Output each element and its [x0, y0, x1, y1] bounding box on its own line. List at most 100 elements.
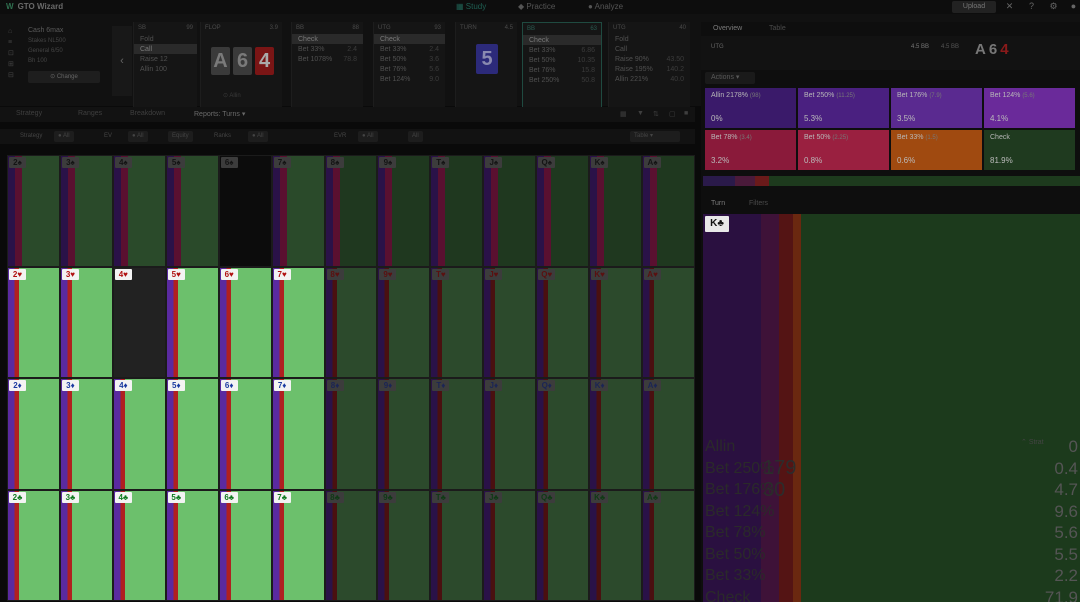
turn-card-cell[interactable]: 5♣ — [165, 489, 219, 601]
action-tile[interactable]: Bet 250% (11.25) 5.3% — [798, 88, 889, 128]
tab-turn[interactable]: Turn — [711, 200, 725, 207]
action-option[interactable]: Check — [292, 34, 363, 44]
action-option[interactable]: Call — [134, 44, 197, 54]
tab-table[interactable]: Table — [769, 25, 786, 32]
tab-breakdown[interactable]: Breakdown — [130, 110, 165, 117]
action-option[interactable]: Bet 250% 50.8 — [523, 75, 601, 85]
strategy-filter-all[interactable]: ● All — [54, 131, 74, 142]
turn-card-cell[interactable]: 5♥ — [165, 266, 219, 378]
turn-card-cell[interactable]: 3♥ — [59, 266, 113, 378]
turn-card-cell[interactable]: 3♦ — [59, 378, 113, 490]
tab-strategy[interactable]: Strategy — [16, 110, 42, 117]
turn-card-cell[interactable]: 9♦ — [377, 378, 431, 490]
expand-icon[interactable]: ▢ — [669, 110, 676, 118]
action-option[interactable]: Bet 76% 15.8 — [523, 65, 601, 75]
turn-card-cell[interactable]: 9♠ — [377, 155, 431, 267]
filter-icon[interactable]: ▼ — [637, 110, 644, 117]
action-option[interactable]: Check — [374, 34, 445, 44]
turn-card-cell[interactable]: 8♠ — [324, 155, 378, 267]
turn-card-cell[interactable]: A♣ — [642, 489, 695, 601]
action-option[interactable]: Allin 100 — [134, 64, 197, 74]
turn-card-cell[interactable]: Q♠ — [536, 155, 590, 267]
ranks-filter-all[interactable]: ● All — [248, 131, 268, 142]
nav-analyze[interactable]: ● Analyze — [588, 2, 623, 11]
turn-card-cell[interactable]: 4♠ — [112, 155, 166, 267]
turn-card-cell[interactable]: 6♠ — [218, 155, 272, 267]
turn-card-cell[interactable]: 5♦ — [165, 378, 219, 490]
action-option[interactable]: Bet 1078% 78.8 — [292, 54, 363, 64]
action-option[interactable]: Bet 50% 10.35 — [523, 55, 601, 65]
nav-study[interactable]: ▦ Study — [456, 2, 486, 11]
action-tile[interactable]: Bet 176% (7.9) 3.5% — [891, 88, 982, 128]
turn-card-cell[interactable]: 9♣ — [377, 489, 431, 601]
turn-card-cell[interactable]: 2♠ — [7, 155, 60, 267]
action-option[interactable]: Bet 33% 2.4 — [374, 44, 445, 54]
table-select[interactable]: Table ▾ — [630, 131, 680, 142]
turn-card-cell[interactable]: K♣ — [589, 489, 643, 601]
home-icon[interactable]: ⌂ — [8, 26, 18, 37]
action-tile[interactable]: Bet 78% (3.4) 3.2% — [705, 130, 796, 170]
grid-view-icon[interactable]: ▦ — [620, 110, 627, 118]
action-option[interactable]: Bet 76% 5.6 — [374, 64, 445, 74]
fullscreen-icon[interactable]: ■ — [684, 110, 688, 117]
turn-card-cell[interactable]: 2♥ — [7, 266, 60, 378]
tab-ranges[interactable]: Ranges — [78, 110, 102, 117]
turn-card-cell[interactable]: Q♥ — [536, 266, 590, 378]
turn-card-cell[interactable]: 7♥ — [271, 266, 325, 378]
turn-card-cell[interactable]: A♦ — [642, 378, 695, 490]
tools-icon[interactable]: ✕ — [1004, 1, 1015, 12]
action-option[interactable]: Call — [609, 44, 690, 54]
turn-card-cell[interactable]: 4♥ — [112, 266, 166, 378]
turn-card-cell[interactable]: 7♦ — [271, 378, 325, 490]
action-option[interactable]: Raise 195% 140.2 — [609, 64, 690, 74]
prev-street-button[interactable]: ‹ — [112, 26, 132, 96]
actions-dropdown[interactable]: Actions ▾ — [705, 72, 755, 84]
ev-filter-all[interactable]: ● All — [128, 131, 148, 142]
action-option[interactable]: Fold — [609, 34, 690, 44]
turn-card-cell[interactable]: Q♣ — [536, 489, 590, 601]
turn-card-cell[interactable]: T♣ — [430, 489, 484, 601]
turn-card-cell[interactable]: 2♣ — [7, 489, 60, 601]
equity-filter[interactable]: Equity — [168, 131, 193, 142]
turn-card-cell[interactable]: Q♦ — [536, 378, 590, 490]
turn-card-cell[interactable]: 4♦ — [112, 378, 166, 490]
sort-icon[interactable]: ⇅ — [653, 110, 659, 118]
action-option[interactable]: Bet 33% 2.4 — [292, 44, 363, 54]
turn-card-cell[interactable]: A♠ — [642, 155, 695, 267]
turn-card-cell[interactable]: K♦ — [589, 378, 643, 490]
action-option[interactable]: Allin 221% 40.0 — [609, 74, 690, 84]
action-option[interactable]: Check — [523, 35, 601, 45]
turn-card-cell[interactable]: 8♣ — [324, 489, 378, 601]
settings-icon[interactable]: ⚙ — [1048, 1, 1059, 12]
turn-card-cell[interactable]: 3♠ — [59, 155, 113, 267]
turn-card-cell[interactable]: 6♣ — [218, 489, 272, 601]
turn-card-cell[interactable]: K♥ — [589, 266, 643, 378]
action-option[interactable]: Bet 50% 3.6 — [374, 54, 445, 64]
turn-card-cell[interactable]: 4♣ — [112, 489, 166, 601]
turn-card-cell[interactable]: J♠ — [483, 155, 537, 267]
action-option[interactable]: Raise 12 — [134, 54, 197, 64]
trash-icon[interactable]: ⊟ — [8, 70, 18, 81]
turn-card-cell[interactable]: 9♥ — [377, 266, 431, 378]
turn-card-cell[interactable]: 5♠ — [165, 155, 219, 267]
chart-icon[interactable]: ⊞ — [8, 59, 18, 70]
action-tile[interactable]: Check 81.9% — [984, 130, 1075, 170]
turn-card-cell[interactable]: 6♥ — [218, 266, 272, 378]
action-option[interactable]: Fold — [134, 34, 197, 44]
turn-card-cell[interactable]: A♥ — [642, 266, 695, 378]
turn-card-cell[interactable]: K♠ — [589, 155, 643, 267]
change-button[interactable]: ⊙ Change — [28, 71, 100, 83]
turn-card-cell[interactable]: T♥ — [430, 266, 484, 378]
tab-filters[interactable]: Filters — [749, 200, 768, 207]
turn-card-cell[interactable]: 7♣ — [271, 489, 325, 601]
turn-card-cell[interactable]: 6♦ — [218, 378, 272, 490]
tab-reports-turns[interactable]: Reports: Turns ▾ — [194, 110, 245, 118]
evr-filter-all[interactable]: ● All — [358, 131, 378, 142]
turn-card-cell[interactable]: 3♣ — [59, 489, 113, 601]
action-option[interactable]: Bet 124% 9.0 — [374, 74, 445, 84]
turn-card-cell[interactable]: 8♦ — [324, 378, 378, 490]
lock-icon[interactable]: ⊡ — [8, 48, 18, 59]
tab-overview[interactable]: Overview — [713, 25, 742, 32]
action-option[interactable]: Raise 90% 43.50 — [609, 54, 690, 64]
app-logo[interactable]: W GTO Wizard — [6, 2, 63, 11]
